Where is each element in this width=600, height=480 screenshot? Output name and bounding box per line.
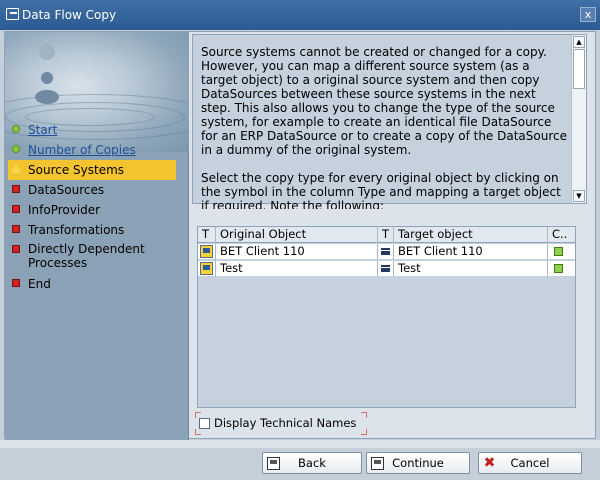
step-number-of-copies[interactable]: Number of Copies	[8, 140, 176, 160]
equals-icon	[381, 248, 390, 255]
scroll-down-icon[interactable]: ▼	[573, 190, 585, 202]
type-cell[interactable]	[198, 261, 216, 277]
step-label: Transformations	[28, 223, 125, 237]
continue-icon	[371, 457, 384, 470]
step-start[interactable]: Start	[8, 120, 176, 140]
status-strip	[0, 440, 600, 448]
warning-triangle-icon	[11, 164, 21, 173]
back-icon	[267, 457, 280, 470]
scroll-thumb[interactable]	[573, 49, 585, 89]
step-transformations: Transformations	[8, 220, 176, 240]
info-text-area[interactable]: Source systems cannot be created or chan…	[192, 34, 587, 213]
step-start-link[interactable]: Start	[28, 123, 57, 137]
check-cell	[548, 261, 575, 277]
status-green-square-icon	[554, 264, 563, 273]
button-bar: Back Continue ✖ Cancel	[0, 448, 600, 480]
copy-type-icon[interactable]	[200, 245, 213, 258]
status-red-icon	[12, 225, 20, 233]
mapping-cell[interactable]	[378, 261, 394, 277]
display-technical-names-checkbox[interactable]	[199, 418, 210, 429]
info-text: Source systems cannot be created or chan…	[201, 45, 567, 227]
check-cell	[548, 244, 575, 260]
col-header-type-2[interactable]: T	[378, 227, 394, 243]
mapping-table-area: T Original Object T Target object C.. BE…	[192, 209, 587, 415]
col-header-target-object[interactable]: Target object	[394, 227, 548, 243]
step-datasources: DataSources	[8, 180, 176, 200]
dialog: Start Number of Copies Source Systems Da…	[4, 31, 596, 440]
status-red-icon	[12, 279, 20, 287]
table-header: T Original Object T Target object C..	[198, 227, 575, 243]
status-green-icon	[12, 125, 20, 133]
info-paragraph: Source systems cannot be created or chan…	[201, 45, 567, 157]
step-label: InfoProvider	[28, 203, 101, 217]
close-button[interactable]: x	[580, 7, 596, 22]
step-directly-dependent-processes: Directly Dependent Processes	[8, 240, 176, 274]
cancel-label: Cancel	[510, 456, 550, 470]
step-source-systems[interactable]: Source Systems	[8, 160, 176, 180]
step-label: Source Systems	[28, 163, 125, 177]
display-technical-names-label: Display Technical Names	[214, 416, 357, 430]
equals-icon	[381, 265, 390, 272]
back-button[interactable]: Back	[262, 452, 362, 474]
mapping-table: T Original Object T Target object C.. BE…	[197, 226, 576, 408]
original-object-cell: BET Client 110	[216, 244, 378, 260]
status-red-icon	[12, 185, 20, 193]
status-red-icon	[12, 205, 20, 213]
step-number-of-copies-link[interactable]: Number of Copies	[28, 143, 136, 157]
window-icon	[6, 8, 19, 20]
info-paragraph: Select the copy type for every original …	[201, 171, 561, 213]
mapping-cell[interactable]	[378, 244, 394, 260]
status-green-icon	[12, 145, 20, 153]
status-green-square-icon	[554, 247, 563, 256]
original-object-cell: Test	[216, 261, 378, 277]
left-panel: Start Number of Copies Source Systems Da…	[5, 32, 189, 440]
status-red-icon	[12, 245, 20, 253]
step-infoprovider: InfoProvider	[8, 200, 176, 220]
wizard-steps: Start Number of Copies Source Systems Da…	[8, 120, 176, 294]
back-label: Back	[298, 456, 326, 470]
table-row[interactable]: Test Test	[198, 261, 575, 277]
window-title: Data Flow Copy	[22, 8, 117, 22]
col-header-original-object[interactable]: Original Object	[216, 227, 378, 243]
continue-label: Continue	[392, 456, 444, 470]
target-object-cell[interactable]: BET Client 110	[394, 244, 548, 260]
step-label: Directly Dependent Processes	[28, 242, 145, 270]
continue-button[interactable]: Continue	[366, 452, 470, 474]
type-cell[interactable]	[198, 244, 216, 260]
col-header-c[interactable]: C..	[548, 227, 575, 243]
display-technical-names-option[interactable]: Display Technical Names	[195, 412, 367, 435]
step-end: End	[8, 274, 176, 294]
step-label: DataSources	[28, 183, 105, 197]
table-row[interactable]: BET Client 110 BET Client 110	[198, 244, 575, 260]
copy-type-icon[interactable]	[200, 262, 213, 275]
cancel-button[interactable]: ✖ Cancel	[478, 452, 582, 474]
target-object-cell[interactable]: Test	[394, 261, 548, 277]
step-label: End	[28, 277, 51, 291]
cancel-x-icon: ✖	[483, 455, 496, 471]
title-bar: Data Flow Copy x	[0, 0, 600, 30]
scroll-up-icon[interactable]: ▲	[573, 36, 585, 48]
vertical-scrollbar[interactable]: ▲ ▼	[571, 35, 586, 203]
col-header-type[interactable]: T	[198, 227, 216, 243]
